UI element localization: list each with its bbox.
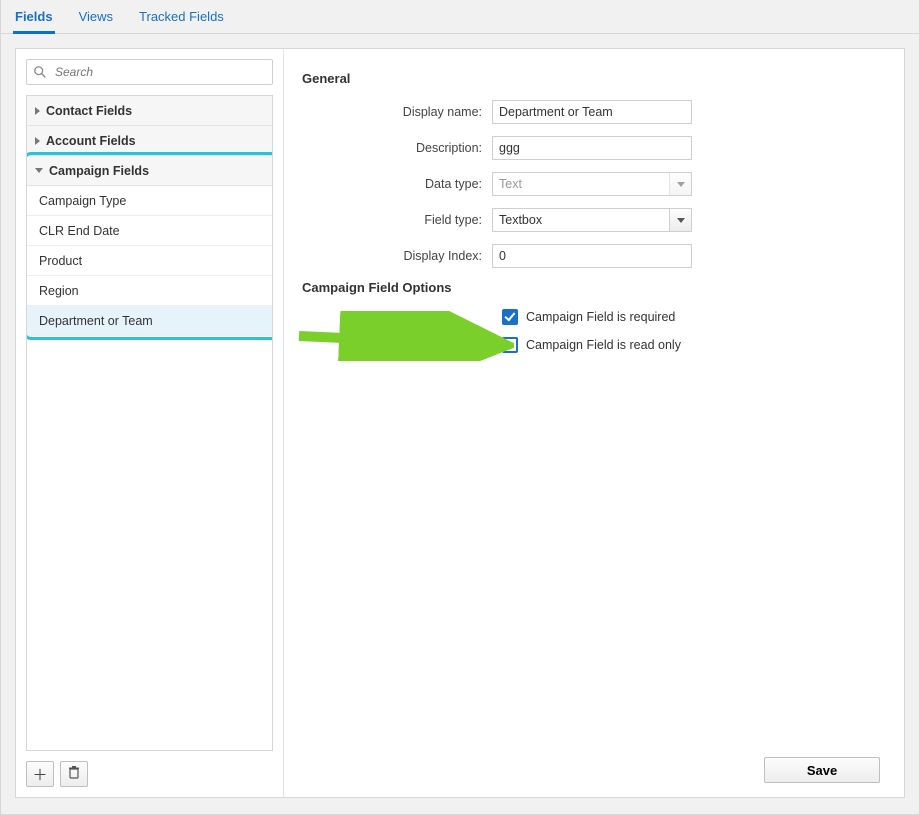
- row-data-type: Data type: Text: [302, 172, 874, 196]
- input-description[interactable]: [492, 136, 692, 160]
- tree-group-label: Contact Fields: [46, 104, 132, 118]
- select-data-type-button: [669, 173, 691, 195]
- sidebar-toolbar: ＋: [26, 761, 273, 787]
- checkbox-readonly[interactable]: [502, 337, 518, 353]
- select-field-type-value: Textbox: [493, 213, 669, 227]
- tab-fields[interactable]: Fields: [13, 1, 55, 34]
- tree-group-label: Account Fields: [46, 134, 136, 148]
- chevron-down-icon: [677, 182, 685, 187]
- select-data-type-value: Text: [493, 177, 669, 191]
- annotation-arrow: [294, 311, 514, 361]
- tree-group-contact-fields[interactable]: Contact Fields: [27, 96, 272, 126]
- label-data-type: Data type:: [302, 177, 492, 191]
- search-wrap: [26, 59, 273, 85]
- caret-right-icon: [35, 107, 40, 115]
- select-field-type[interactable]: Textbox: [492, 208, 692, 232]
- label-display-name: Display name:: [302, 105, 492, 119]
- input-display-index[interactable]: [492, 244, 692, 268]
- tree-group-account-fields[interactable]: Account Fields: [27, 126, 272, 156]
- input-display-name[interactable]: [492, 100, 692, 124]
- row-display-index: Display Index:: [302, 244, 874, 268]
- row-required: Campaign Field is required: [502, 309, 874, 325]
- search-input[interactable]: [53, 64, 266, 80]
- tree-item-product[interactable]: Product: [27, 246, 272, 276]
- search-icon: [33, 65, 47, 79]
- section-general: General: [302, 71, 874, 86]
- plus-icon: ＋: [32, 764, 47, 785]
- tab-tracked-fields[interactable]: Tracked Fields: [137, 0, 226, 33]
- tabs-bar: Fields Views Tracked Fields: [1, 0, 919, 34]
- label-display-index: Display Index:: [302, 249, 492, 263]
- save-button[interactable]: Save: [764, 757, 880, 783]
- tree-item-campaign-type[interactable]: Campaign Type: [27, 186, 272, 216]
- delete-button[interactable]: [60, 761, 88, 787]
- select-field-type-button[interactable]: [669, 209, 691, 231]
- label-field-type: Field type:: [302, 213, 492, 227]
- tab-views[interactable]: Views: [77, 0, 115, 33]
- tree-item-clr-end-date[interactable]: CLR End Date: [27, 216, 272, 246]
- add-button[interactable]: ＋: [26, 761, 54, 787]
- label-description: Description:: [302, 141, 492, 155]
- tree-group-label: Campaign Fields: [49, 164, 149, 178]
- row-display-name: Display name:: [302, 100, 874, 124]
- select-data-type: Text: [492, 172, 692, 196]
- tree-item-department-or-team[interactable]: Department or Team: [27, 306, 272, 336]
- tree-group-campaign-fields[interactable]: Campaign Fields: [27, 156, 272, 186]
- caret-right-icon: [35, 137, 40, 145]
- row-readonly: Campaign Field is read only: [502, 337, 874, 353]
- chevron-down-icon: [677, 218, 685, 223]
- fields-tree: Contact Fields Account Fields Campaign F…: [26, 95, 273, 751]
- label-required: Campaign Field is required: [526, 310, 675, 324]
- trash-icon: [68, 766, 80, 783]
- row-description: Description:: [302, 136, 874, 160]
- details-pane: General Display name: Description: Data …: [284, 49, 904, 797]
- main-panel: Contact Fields Account Fields Campaign F…: [15, 48, 905, 798]
- row-field-type: Field type: Textbox: [302, 208, 874, 232]
- section-options: Campaign Field Options: [302, 280, 874, 295]
- checkbox-required[interactable]: [502, 309, 518, 325]
- sidebar: Contact Fields Account Fields Campaign F…: [16, 49, 284, 797]
- label-readonly: Campaign Field is read only: [526, 338, 681, 352]
- caret-down-icon: [35, 168, 43, 173]
- tree-item-region[interactable]: Region: [27, 276, 272, 306]
